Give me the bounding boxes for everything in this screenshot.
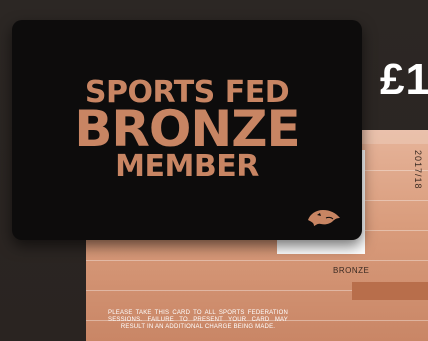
price-text: £1 — [380, 55, 428, 104]
membership-card-front: SPORTS FED BRONZE MEMBER — [12, 20, 362, 240]
signature-strip — [352, 282, 428, 300]
panther-head-icon — [308, 210, 340, 226]
card-title-tier: BRONZE — [74, 100, 300, 158]
tier-label: BRONZE — [333, 266, 370, 275]
track-line — [86, 260, 428, 261]
season-year: 2017/18 — [413, 150, 423, 190]
card-notice: PLEASE TAKE THIS CARD TO ALL SPORTS FEDE… — [108, 310, 288, 330]
card-title-line3: MEMBER — [115, 149, 259, 184]
